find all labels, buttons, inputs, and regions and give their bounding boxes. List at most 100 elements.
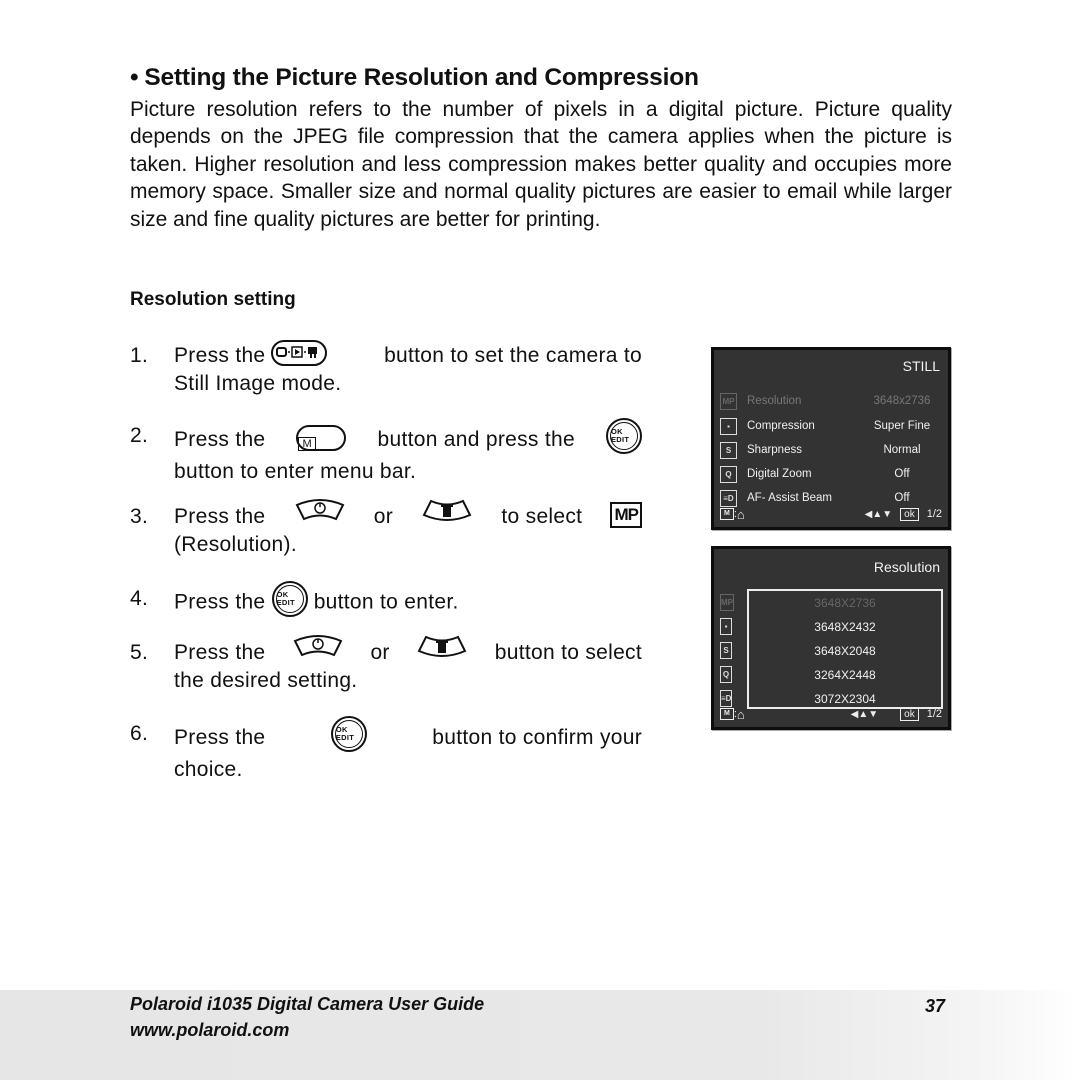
side-icon: Q: [720, 663, 742, 685]
menu-m-button-icon: M: [296, 425, 347, 451]
resolution-option[interactable]: 3264X2448: [749, 663, 941, 687]
menu-label: Resolution: [747, 395, 802, 407]
resolution-option[interactable]: 3648X2736: [749, 591, 941, 615]
section-title: • Setting the Picture Resolution and Comp…: [130, 64, 699, 92]
screen-header: Resolution: [873, 559, 940, 575]
step-text: the desired setting.: [174, 669, 358, 692]
af-assist-beam-icon: ≡D: [720, 689, 733, 707]
side-icon: ▪: [720, 615, 742, 637]
bullet: •: [130, 64, 139, 91]
menu-row-digital-zoom[interactable]: Q Digital Zoom Off: [720, 463, 942, 485]
menu-label: AF- Assist Beam: [747, 492, 832, 504]
mp-resolution-icon: MP: [610, 502, 642, 528]
page-indicator: 1/2: [926, 508, 942, 520]
down-arrow-trash-button-icon: [416, 633, 468, 661]
step-2: 2. Press the M button and press the OK ED…: [130, 418, 642, 486]
step-1: 1. Press the button to set the camera to…: [130, 339, 642, 397]
menu-value: Super Fine: [873, 420, 931, 432]
mode-button-icon: [271, 339, 328, 366]
mp-icon: MP: [720, 392, 737, 410]
home-icon: ⌂: [736, 706, 745, 722]
step-4: 4. Press the OK EDIT button to enter.: [130, 581, 642, 621]
step-text: button to confirm your: [432, 726, 642, 750]
subsection-title: Resolution setting: [130, 289, 296, 310]
step-text: or: [370, 641, 390, 665]
step-text: button to set the camera to: [384, 344, 642, 367]
website-link[interactable]: www.polaroid.com: [130, 1020, 289, 1041]
resolution-option[interactable]: 3648X2432: [749, 615, 941, 639]
side-icon: S: [720, 639, 742, 661]
page-indicator: 1/2: [926, 708, 942, 720]
digital-zoom-icon: Q: [720, 465, 737, 483]
step-text: Press the: [174, 428, 266, 452]
step-number: 2.: [130, 424, 149, 447]
step-text: Press the: [174, 505, 266, 529]
af-assist-beam-icon: ≡D: [720, 489, 737, 507]
menu-value: 3648x2736: [873, 395, 931, 407]
step-text: button to enter.: [313, 590, 459, 614]
resolution-option[interactable]: 3648X2048: [749, 639, 941, 663]
step-5: 5. Press the or button to select the des…: [130, 635, 642, 695]
menu-value: Off: [894, 468, 910, 480]
sharpness-icon: S: [720, 641, 732, 659]
step-number: 6.: [130, 722, 149, 745]
menu-m-icon: M: [720, 508, 734, 520]
guide-title: Polaroid i1035 Digital Camera User Guide: [130, 994, 485, 1014]
ok-icon: ok: [900, 707, 919, 721]
menu-m-icon: M: [720, 708, 734, 720]
step-text: Press the: [174, 590, 266, 614]
ok-edit-button-icon: OK EDIT: [606, 418, 642, 454]
section-title-text: Setting the Picture Resolution and Compr…: [144, 64, 699, 91]
page-number: 37: [925, 996, 946, 1016]
menu-value: Normal: [883, 444, 921, 456]
menu-label: Compression: [747, 420, 815, 432]
page-footer: Polaroid i1035 Digital Camera User Guide…: [0, 990, 1080, 1080]
step-6: 6. Press the OK EDIT button to confirm yo…: [130, 716, 642, 784]
screen-header: STILL: [902, 358, 940, 374]
screen-footer: M : ⌂ ◀▲▼ ok 1/2: [720, 505, 942, 523]
step-number: 5.: [130, 641, 149, 664]
m-glyph: M: [298, 437, 316, 451]
compression-icon: ▪: [720, 417, 737, 435]
edit-label: EDIT: [276, 598, 295, 607]
edit-label: EDIT: [611, 435, 630, 444]
side-icon: MP: [720, 591, 742, 613]
menu-label: Digital Zoom: [747, 468, 812, 480]
sharpness-icon: S: [720, 441, 737, 459]
intro-paragraph: Picture resolution refers to the number …: [130, 98, 952, 231]
navigation-arrows-icon: ◀▲▼: [864, 508, 893, 520]
compression-icon: ▪: [720, 617, 732, 635]
screen-footer: M : ⌂ ◀▲▼ ok 1/2: [720, 705, 942, 723]
menu-row-sharpness[interactable]: S Sharpness Normal: [720, 439, 942, 461]
up-arrow-timer-button-icon: [292, 633, 344, 661]
step-text: Press the: [174, 344, 266, 367]
camera-menu-screen-still: STILL MP Resolution 3648x2736 ▪ Compress…: [711, 347, 951, 530]
step-number: 4.: [130, 587, 149, 610]
ok-icon: ok: [900, 507, 919, 521]
step-text: Still Image mode.: [174, 371, 342, 395]
step-text: (Resolution).: [174, 533, 297, 556]
digital-zoom-icon: Q: [720, 665, 732, 683]
step-text: Press the: [174, 641, 266, 665]
mp-icon: MP: [720, 593, 734, 611]
step-text: choice.: [174, 758, 243, 781]
menu-value: Off: [894, 492, 910, 504]
up-arrow-timer-button-icon: [294, 497, 346, 525]
menu-row-compression[interactable]: ▪ Compression Super Fine: [720, 415, 942, 437]
step-number: 1.: [130, 344, 149, 367]
step-3: 3. Press the or to select MP (Resolution…: [130, 499, 642, 559]
step-text: button to enter menu bar.: [174, 460, 417, 483]
menu-row-resolution[interactable]: MP Resolution 3648x2736: [720, 390, 942, 412]
resolution-options-list: 3648X2736 3648X2432 3648X2048 3264X2448 …: [747, 589, 943, 709]
step-text: button to select: [494, 641, 642, 665]
step-text: to select: [501, 505, 583, 529]
step-number: 3.: [130, 505, 149, 528]
home-icon: ⌂: [736, 506, 745, 522]
ok-edit-button-icon: OK EDIT: [271, 581, 308, 617]
down-arrow-trash-button-icon: [421, 497, 473, 525]
camera-resolution-screen: Resolution MP ▪ S Q ≡D 3648X2736 3648X24…: [711, 546, 951, 730]
edit-label: EDIT: [335, 733, 355, 742]
step-text: Press the: [174, 726, 266, 750]
ok-edit-button-icon: OK EDIT: [330, 716, 367, 752]
step-text: button and press the: [377, 428, 575, 452]
